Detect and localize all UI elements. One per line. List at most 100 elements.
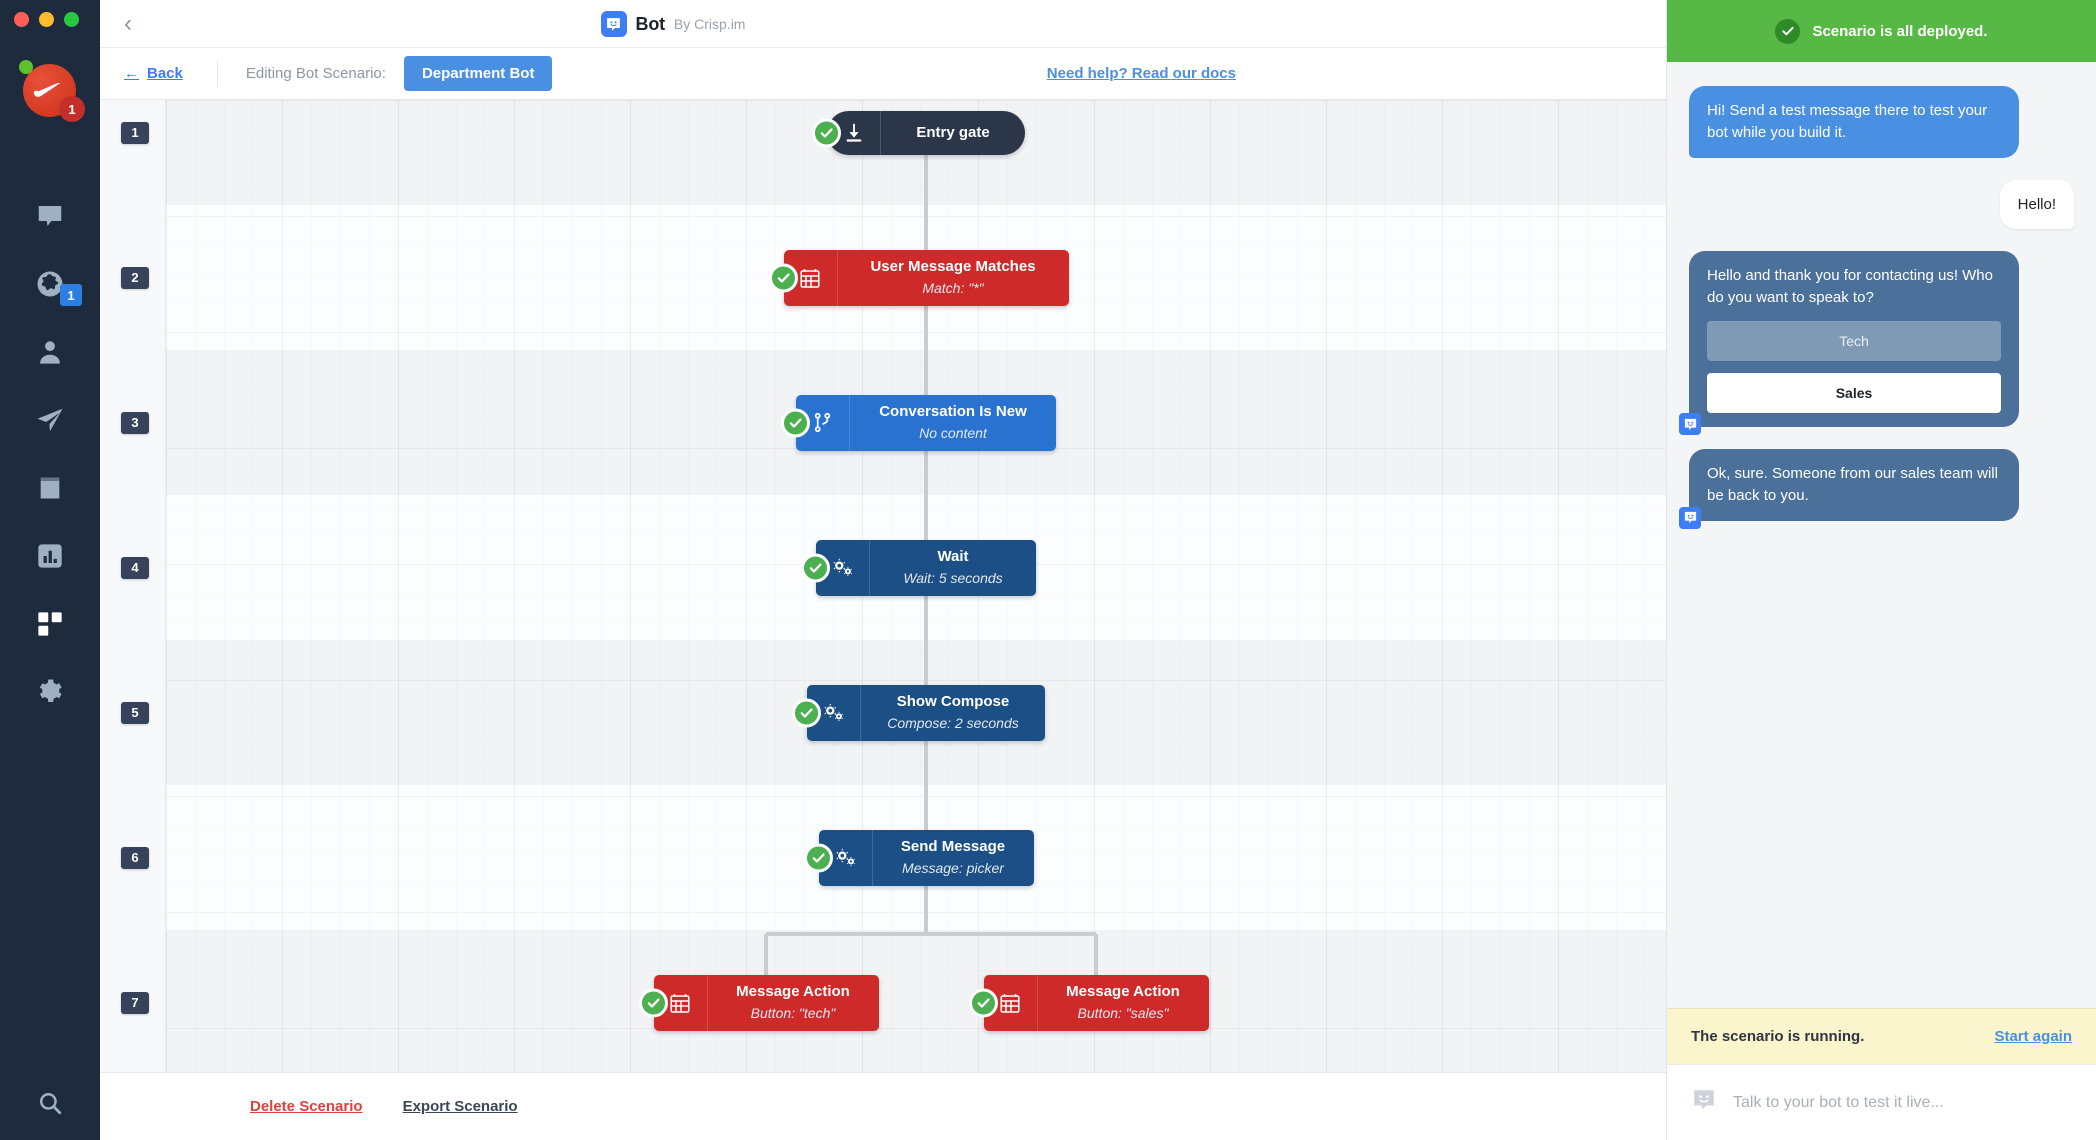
user-icon (40, 341, 60, 364)
flow-node-subtitle: No content (919, 424, 987, 441)
check-circle-icon (1775, 18, 1801, 44)
scenario-name-chip[interactable]: Department Bot (403, 56, 553, 91)
close-window-button[interactable] (14, 12, 29, 27)
sidebar-item-campaigns[interactable] (0, 386, 100, 454)
sidebar-item-helpdesk[interactable] (0, 454, 100, 522)
flow-node[interactable]: Conversation Is New No content (781, 394, 1056, 451)
flow-node-body: Message Action Button: "tech" (708, 975, 879, 1031)
deploy-status-bar: Scenario is all deployed. (1667, 0, 2096, 62)
flow-node[interactable]: User Message Matches Match: "*" (768, 249, 1069, 306)
row-number-badge: 5 (121, 701, 149, 724)
window-traffic-lights (14, 12, 79, 27)
chat-bubble: Hello! (1999, 179, 2074, 230)
check-circle-icon (638, 988, 668, 1017)
flow-node-subtitle: Compose: 2 seconds (887, 714, 1019, 731)
chat-message-text: Hello! (2017, 195, 2056, 213)
flow-node-title: Send Message (900, 838, 1006, 856)
flow-node[interactable]: Show Compose Compose: 2 seconds (792, 684, 1045, 741)
avatar[interactable]: 1 (19, 60, 85, 122)
book-icon (40, 477, 60, 499)
avatar-badge-count: 1 (59, 96, 85, 122)
scenario-running-bar: The scenario is running. Start again (1667, 1008, 2096, 1064)
back-arrow-icon: ← (124, 65, 139, 82)
check-circle-icon (781, 408, 810, 437)
picker-option-tech[interactable]: Tech (1707, 320, 2001, 362)
chat-bubble-icon (38, 206, 62, 226)
running-status-text: The scenario is running. (1691, 1028, 1865, 1045)
flow-node-title: Entry gate (916, 123, 990, 141)
flow-node-subtitle: Button: "sales" (1077, 1004, 1169, 1021)
sidebar-item-inbox[interactable] (0, 182, 100, 250)
flow-node-subtitle: Message: picker (902, 859, 1004, 876)
scenario-canvas[interactable]: Entry gate User Message Matches Match: "*"… (166, 100, 1666, 1072)
flow-node[interactable]: Message Action Button: "tech" (638, 974, 879, 1031)
sidebar-item-visitors[interactable]: 1 (0, 250, 100, 318)
flow-node-subtitle: Wait: 5 seconds (903, 569, 1003, 586)
start-again-link[interactable]: Start again (1994, 1028, 2072, 1045)
toolbar-divider (216, 60, 218, 87)
maximize-window-button[interactable] (64, 12, 79, 27)
check-circle-icon (968, 988, 998, 1017)
check-circle-icon (812, 118, 841, 147)
flow-node-body: Send Message Message: picker (873, 830, 1034, 886)
chat-bubble: Ok, sure. Someone from our sales team wi… (1679, 449, 2019, 529)
sidebar-item-analytics[interactable] (0, 522, 100, 590)
back-link[interactable]: ← Back (124, 65, 183, 82)
bot-face-icon (1679, 413, 1701, 436)
page-title: Bot (635, 13, 666, 34)
flow-node[interactable]: Message Action Button: "sales" (968, 974, 1209, 1031)
chat-message: Hi! Send a test message there to test yo… (1689, 86, 2074, 158)
chat-message: Hello and thank you for contacting us! W… (1679, 251, 2074, 436)
docs-link[interactable]: Need help? Read our docs (1047, 65, 1236, 82)
row-number-badge: 1 (121, 121, 149, 144)
row-number-badge: 6 (121, 846, 149, 869)
connector-line (924, 740, 928, 830)
chat-messages: Hi! Send a test message there to test yo… (1667, 62, 2096, 1008)
flow-node[interactable]: Send Message Message: picker (803, 829, 1034, 886)
sidebar-item-plugins[interactable] (0, 590, 100, 658)
delete-scenario-link[interactable]: Delete Scenario (250, 1098, 363, 1115)
window-titlebar: ‹ Bot By Crisp.im (100, 0, 1666, 48)
visitors-badge: 1 (60, 284, 82, 306)
minimize-window-button[interactable] (39, 12, 54, 27)
gear-icon (39, 679, 62, 702)
flow-node[interactable]: Wait Wait: 5 seconds (801, 539, 1036, 596)
export-scenario-link[interactable]: Export Scenario (403, 1098, 518, 1115)
nike-swoosh-icon (33, 82, 60, 97)
chat-message-text: Hi! Send a test message there to test yo… (1707, 102, 1988, 141)
check-circle-icon (801, 553, 830, 582)
chat-message-text: Hello and thank you for contacting us! W… (1707, 267, 1993, 306)
flow-node-subtitle: Match: "*" (922, 279, 984, 296)
flow-node-body: Entry gate (881, 111, 1025, 155)
left-sidebar: 1 1 (0, 0, 100, 1140)
back-link-label: Back (147, 65, 183, 82)
chat-compose-bar[interactable]: Talk to your bot to test it live... (1667, 1064, 2096, 1140)
bot-face-icon (600, 11, 627, 37)
connector-line (1094, 933, 1098, 975)
flow-node-title: Wait (937, 548, 969, 566)
connector-line (924, 885, 928, 934)
app-window: 1 1 ‹ Bot By Crisp.im ← Back Editing Bot… (0, 0, 2096, 1140)
chat-message: Ok, sure. Someone from our sales team wi… (1679, 449, 2074, 529)
flow-node[interactable]: Entry gate (812, 110, 1025, 155)
flow-node-title: Show Compose (896, 693, 1010, 711)
picker-option-sales[interactable]: Sales (1707, 373, 2001, 414)
bot-face-icon (1679, 506, 1701, 529)
row-number-badge: 7 (121, 991, 149, 1014)
bot-face-icon (1691, 1087, 1717, 1118)
chat-input-placeholder[interactable]: Talk to your bot to test it live... (1733, 1094, 1944, 1112)
deploy-status-text: Scenario is all deployed. (1812, 22, 1988, 40)
sidebar-search-button[interactable] (0, 1090, 100, 1116)
window-title-group: Bot By Crisp.im (100, 0, 1246, 48)
chat-message: Hello! (1689, 179, 2074, 230)
flow-node-body: Message Action Button: "sales" (1038, 975, 1209, 1031)
sidebar-nav: 1 (0, 182, 100, 726)
flow-node-subtitle: Button: "tech" (750, 1004, 836, 1021)
sidebar-item-settings[interactable] (0, 658, 100, 726)
main-column: ‹ Bot By Crisp.im ← Back Editing Bot Sce… (100, 0, 1666, 1140)
flow-node-title: User Message Matches (870, 258, 1036, 276)
connector-line (764, 933, 768, 975)
bar-chart-icon (38, 544, 62, 568)
sidebar-item-contacts[interactable] (0, 318, 100, 386)
flow-node-body: Wait Wait: 5 seconds (870, 540, 1036, 596)
